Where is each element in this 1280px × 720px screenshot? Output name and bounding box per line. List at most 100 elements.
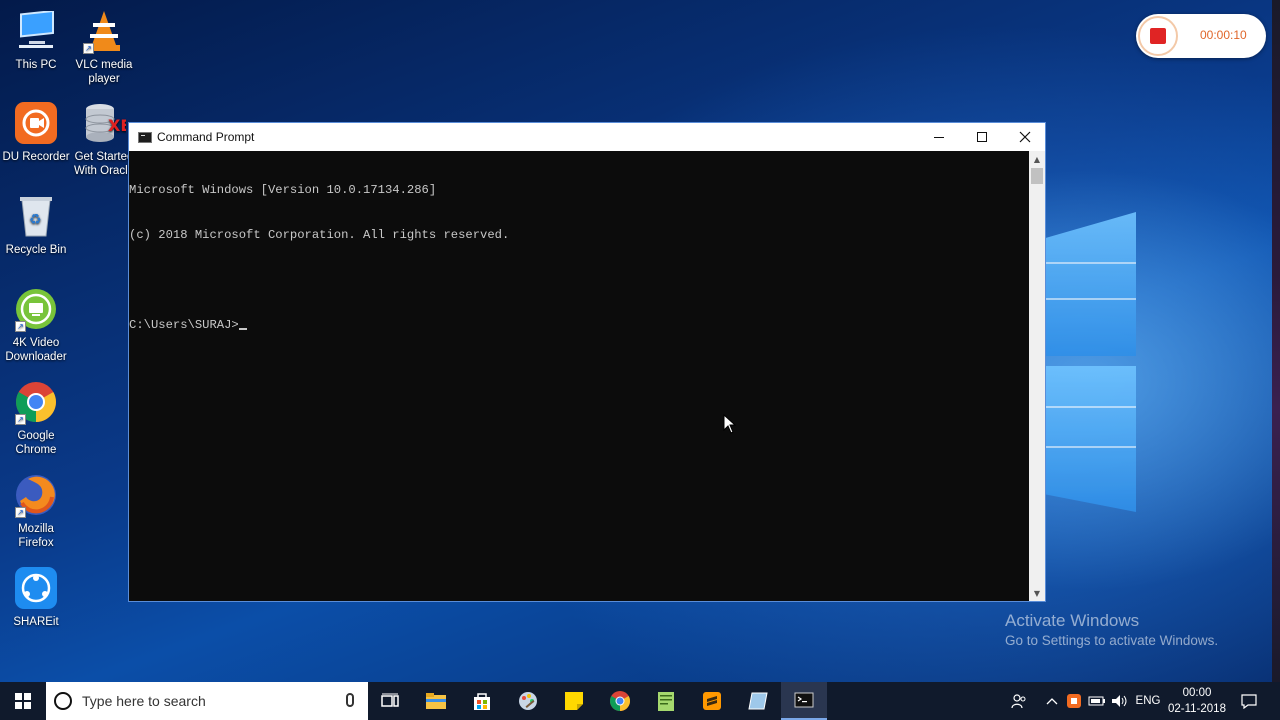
maximize-button[interactable] (960, 123, 1003, 151)
search-placeholder: Type here to search (82, 693, 206, 709)
sticky-note-icon (565, 692, 583, 710)
desktop-icon-label: DU Recorder (2, 151, 70, 163)
task-view-button[interactable] (367, 682, 413, 720)
console-output[interactable]: Microsoft Windows [Version 10.0.17134.28… (129, 151, 1029, 601)
taskbar-notepad-plus[interactable] (643, 682, 689, 720)
scrollbar-thumb[interactable] (1031, 168, 1043, 184)
mouse-pointer-icon (723, 414, 737, 434)
task-view-icon (381, 693, 399, 707)
du-recorder-icon (1067, 694, 1081, 708)
sublime-text-icon (703, 692, 721, 710)
watermark-title: Activate Windows (1005, 611, 1140, 630)
taskbar-command-prompt[interactable] (781, 682, 827, 720)
tray-volume[interactable] (1109, 682, 1131, 720)
logo-pane-bottom (1046, 366, 1136, 512)
windows-logo-wallpaper (1046, 212, 1138, 512)
cmd-app-icon[interactable] (138, 131, 152, 143)
database-icon: XE (81, 100, 127, 146)
cortana-icon (54, 692, 72, 710)
desktop-icon-4k-downloader[interactable]: ↗ 4K Video Downloader (0, 286, 72, 364)
desktop-icon-this-pc[interactable]: This PC (0, 8, 72, 72)
recycle-bin-icon: ♻ (13, 193, 59, 239)
taskbar: Type here to search ENG 00:00 02-11-2018 (0, 682, 1280, 720)
minimize-button[interactable] (917, 123, 960, 151)
svg-text:XE: XE (108, 116, 126, 135)
desktop-icon-label: SHAREit (13, 616, 59, 628)
recording-timer: 00:00:10 (1200, 28, 1247, 42)
close-button[interactable] (1003, 123, 1046, 151)
photos-icon (748, 692, 768, 710)
paint-palette-icon (519, 692, 537, 710)
shortcut-arrow-icon: ↗ (15, 321, 26, 332)
console-prompt: C:\Users\SURAJ> (129, 318, 239, 332)
taskbar-store[interactable] (459, 682, 505, 720)
scroll-down-arrow-icon[interactable]: ▼ (1029, 585, 1045, 601)
chrome-icon (610, 691, 630, 711)
tray-recorder-indicator[interactable] (1064, 682, 1084, 720)
window-titlebar[interactable]: Command Prompt (129, 123, 1045, 151)
minimize-icon (933, 136, 944, 138)
shortcut-arrow-icon: ↗ (15, 507, 26, 518)
vertical-scrollbar[interactable]: ▲ ▼ (1029, 151, 1045, 601)
desktop-icon-label: Recycle Bin (5, 244, 67, 256)
shareit-icon (13, 565, 59, 611)
du-recorder-icon (13, 100, 59, 146)
stop-icon (1150, 28, 1166, 44)
desktop-icon-label: Google Chrome (15, 430, 57, 456)
tray-people-button[interactable] (1008, 682, 1030, 720)
shortcut-arrow-icon: ↗ (83, 43, 94, 54)
stop-recording-button[interactable] (1138, 16, 1178, 56)
shortcut-arrow-icon: ↗ (15, 414, 26, 425)
desktop-icon-recycle-bin[interactable]: ♻ Recycle Bin (0, 193, 72, 257)
close-icon (1019, 131, 1030, 143)
chevron-up-icon (1046, 698, 1058, 705)
text-cursor (238, 328, 247, 330)
taskbar-sublime-text[interactable] (689, 682, 735, 720)
desktop-icon-shareit[interactable]: SHAREit (0, 565, 72, 629)
console-line: Microsoft Windows [Version 10.0.17134.28… (129, 183, 437, 197)
desktop-icon-label: Mozilla Firefox (18, 523, 54, 549)
battery-icon (1088, 696, 1105, 706)
maximize-icon (976, 132, 987, 142)
console-prompt-line: C:\Users\SURAJ> (129, 318, 1029, 333)
command-prompt-window[interactable]: Command Prompt Microsoft Windows [Versio… (128, 122, 1046, 602)
screen-edge-strip (1272, 0, 1280, 682)
action-center-button[interactable] (1236, 682, 1262, 720)
activate-windows-watermark: Activate Windows Go to Settings to activ… (1005, 611, 1218, 651)
cmd-icon (794, 692, 814, 708)
taskbar-sticky-notes[interactable] (551, 682, 597, 720)
scroll-up-arrow-icon[interactable]: ▲ (1029, 151, 1045, 167)
people-icon (1011, 694, 1026, 709)
desktop-icon-chrome[interactable]: ↗ Google Chrome (0, 379, 72, 457)
firefox-icon: ↗ (13, 472, 59, 518)
desktop-icon-label: Get Started With Oracle (73, 151, 135, 177)
folder-icon (426, 693, 446, 709)
taskbar-paint-3d[interactable] (505, 682, 551, 720)
tray-language[interactable]: ENG (1133, 682, 1163, 720)
store-bag-icon (474, 693, 490, 710)
clock-time: 00:00 (1182, 687, 1212, 699)
logo-pane-top (1046, 212, 1136, 356)
microphone-icon[interactable] (346, 693, 354, 707)
start-button[interactable] (0, 682, 46, 720)
desktop-icon-label: This PC (15, 59, 57, 71)
console-line: (c) 2018 Microsoft Corporation. All righ… (129, 228, 510, 242)
desktop-icon-firefox[interactable]: ↗ Mozilla Firefox (0, 472, 72, 550)
desktop-icon-label: 4K Video Downloader (5, 337, 67, 363)
tray-show-hidden-icons[interactable] (1042, 682, 1062, 720)
svg-text:♻: ♻ (29, 212, 42, 228)
tray-battery[interactable] (1086, 682, 1108, 720)
taskbar-chrome[interactable] (597, 682, 643, 720)
windows-start-icon (15, 693, 31, 709)
desktop-icon-vlc[interactable]: ↗ VLC media player (68, 8, 140, 86)
speaker-icon (1112, 695, 1127, 707)
taskbar-photos[interactable] (735, 682, 781, 720)
taskbar-file-explorer[interactable] (413, 682, 459, 720)
vlc-cone-icon: ↗ (81, 8, 127, 54)
notepad-plus-icon (658, 692, 674, 711)
tray-clock[interactable]: 00:00 02-11-2018 (1166, 685, 1228, 717)
taskbar-search-box[interactable]: Type here to search (46, 682, 368, 720)
notification-icon (1241, 693, 1257, 709)
desktop-icon-du-recorder[interactable]: DU Recorder (0, 100, 72, 164)
